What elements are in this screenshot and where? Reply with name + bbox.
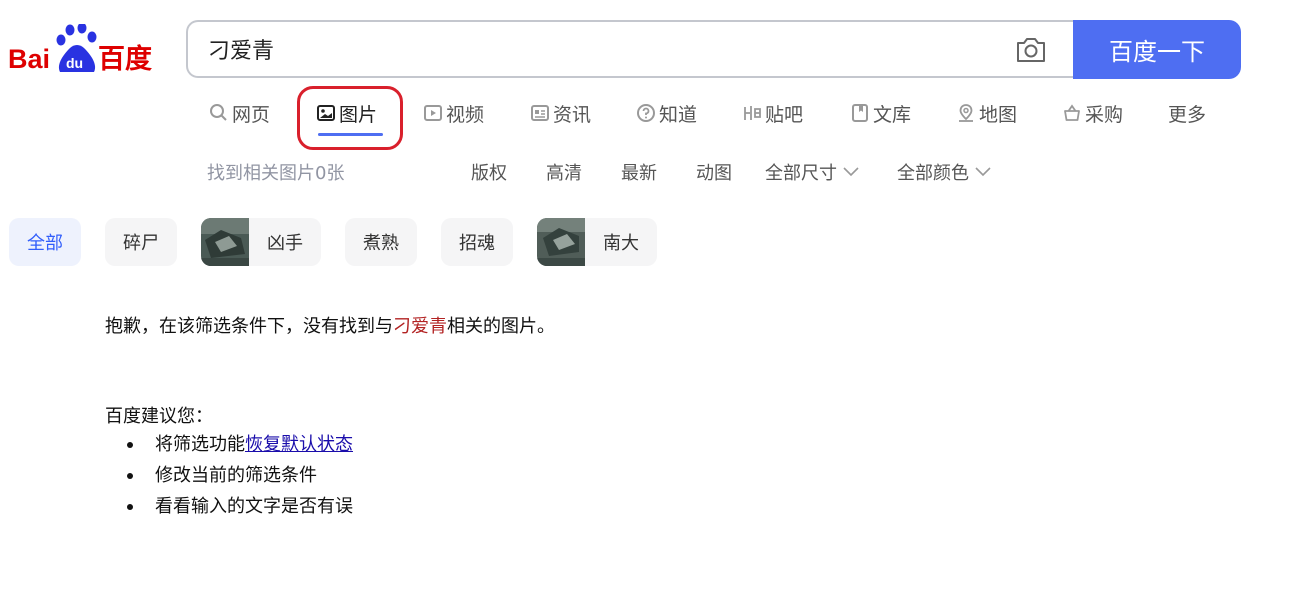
- tab-zhidao-label: 知道: [659, 103, 698, 126]
- chip-label: 南大: [603, 233, 639, 254]
- logo-text-paw: du: [66, 55, 83, 71]
- filter-color-label: 全部颜色: [897, 163, 969, 184]
- chip-label: 招魂: [459, 233, 495, 254]
- tieba-icon: [744, 106, 761, 120]
- suggestions-list: 将筛选功能恢复默认状态 修改当前的筛选条件 看看输入的文字是否有误: [127, 432, 353, 525]
- tab-web-label: 网页: [232, 103, 271, 126]
- chevron-down-icon: [843, 167, 859, 177]
- filter-size-label: 全部尺寸: [765, 163, 837, 184]
- chip-related[interactable]: 碎尸: [105, 218, 177, 266]
- chip-label: 碎尸: [123, 233, 159, 254]
- chevron-down-icon: [975, 167, 991, 177]
- tab-map[interactable]: 地图: [956, 98, 1017, 128]
- message-prefix: 抱歉，在该筛选条件下，没有找到与: [105, 316, 393, 337]
- search-icon: [210, 104, 227, 121]
- logo-text-right: 百度: [98, 43, 152, 75]
- tab-news[interactable]: 资讯: [530, 98, 591, 128]
- suggestion-text: 将筛选功能: [155, 434, 245, 455]
- tab-purchase-label: 采购: [1085, 103, 1124, 126]
- tab-map-label: 地图: [979, 103, 1018, 126]
- result-count: 找到相关图片0张: [207, 163, 345, 184]
- chip-all-label: 全部: [27, 233, 63, 254]
- filter-animated[interactable]: 动图: [696, 159, 732, 185]
- chip-label: 凶手: [267, 233, 303, 254]
- filter-animated-label: 动图: [696, 163, 732, 184]
- tab-video[interactable]: 视频: [423, 98, 484, 128]
- chip-related-with-thumbnail[interactable]: 凶手: [201, 218, 321, 266]
- video-icon: [424, 105, 442, 121]
- filter-size-dropdown[interactable]: 全部尺寸: [765, 159, 859, 185]
- no-results-message: 抱歉，在该筛选条件下，没有找到与刁爱青相关的图片。: [105, 312, 555, 338]
- filter-copyright-label: 版权: [471, 163, 507, 184]
- search-box: [186, 20, 1076, 78]
- baidu-logo[interactable]: Bai du 百度: [8, 22, 164, 76]
- chip-related[interactable]: 煮熟: [345, 218, 417, 266]
- tab-more[interactable]: 更多: [1168, 98, 1206, 128]
- suggestions-title: 百度建议您：: [105, 406, 213, 427]
- list-item: 看看输入的文字是否有误: [127, 494, 353, 525]
- restore-default-link[interactable]: 恢复默认状态: [245, 434, 353, 455]
- tab-news-label: 资讯: [553, 103, 592, 126]
- chip-thumbnail: [537, 218, 585, 266]
- tab-tieba[interactable]: 贴吧: [742, 98, 803, 128]
- filter-latest[interactable]: 最新: [621, 159, 657, 185]
- message-suffix: 相关的图片。: [447, 316, 555, 337]
- suggestion-text: 看看输入的文字是否有误: [155, 496, 353, 517]
- filter-hd-label: 高清: [546, 163, 582, 184]
- list-item: 修改当前的筛选条件: [127, 463, 353, 494]
- filter-hd[interactable]: 高清: [546, 159, 582, 185]
- basket-icon: [1064, 104, 1080, 121]
- tab-web[interactable]: 网页: [209, 98, 270, 128]
- tab-zhidao[interactable]: 知道: [636, 98, 697, 128]
- filter-latest-label: 最新: [621, 163, 657, 184]
- chip-all[interactable]: 全部: [9, 218, 81, 266]
- search-input[interactable]: [208, 22, 988, 76]
- chip-related-with-thumbnail[interactable]: 南大: [537, 218, 657, 266]
- news-icon: [531, 105, 549, 121]
- map-pin-icon: [959, 104, 973, 122]
- message-keyword: 刁爱青: [393, 316, 447, 337]
- images-tab-highlight: [297, 86, 403, 150]
- search-button[interactable]: 百度一下: [1073, 20, 1241, 79]
- chip-thumbnail: [201, 218, 249, 266]
- chip-label: 煮熟: [363, 233, 399, 254]
- question-icon: [637, 104, 655, 122]
- filter-color-dropdown[interactable]: 全部颜色: [897, 159, 991, 185]
- logo-text-left: Bai: [8, 44, 50, 74]
- tab-more-label: 更多: [1168, 103, 1207, 126]
- camera-icon[interactable]: [1015, 36, 1047, 64]
- tab-wenku[interactable]: 文库: [850, 98, 911, 128]
- chip-related[interactable]: 招魂: [441, 218, 513, 266]
- filter-copyright[interactable]: 版权: [471, 159, 507, 185]
- doc-icon: [852, 104, 868, 122]
- suggestion-text: 修改当前的筛选条件: [155, 465, 317, 486]
- list-item: 将筛选功能恢复默认状态: [127, 432, 353, 463]
- tab-tieba-label: 贴吧: [765, 103, 804, 126]
- tab-wenku-label: 文库: [873, 103, 912, 126]
- tab-purchase[interactable]: 采购: [1062, 98, 1123, 128]
- tab-video-label: 视频: [446, 103, 485, 126]
